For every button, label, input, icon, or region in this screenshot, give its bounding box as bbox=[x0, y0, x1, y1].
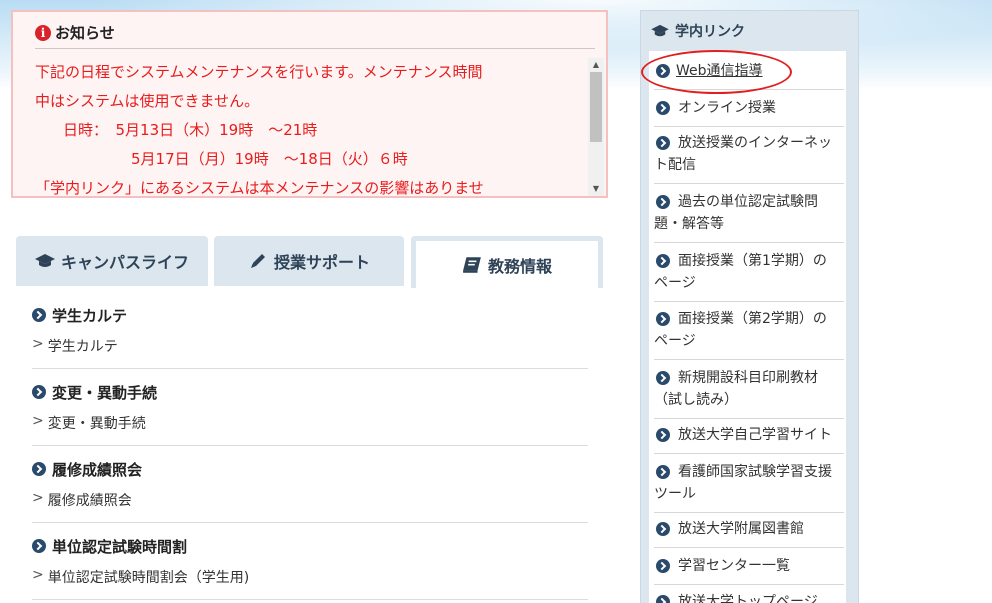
sidebar-link-label[interactable]: 放送大学自己学習サイト bbox=[678, 424, 832, 446]
notice-line: 「学内リンク」にあるシステムは本メンテナンスの影響はありませ bbox=[35, 179, 484, 197]
chevron-right-circle-icon bbox=[32, 539, 46, 553]
link-grades[interactable]: > 履修成績照会 bbox=[32, 490, 588, 510]
sidebar-link-label[interactable]: オンライン授業 bbox=[678, 97, 776, 119]
chevron-right-icon: > bbox=[32, 567, 44, 583]
section-change-procedure: 変更・異動手続 > 変更・異動手続 bbox=[32, 382, 588, 446]
divider bbox=[35, 48, 595, 49]
section-title: 学生カルテ bbox=[32, 305, 588, 325]
section-title: 履修成績照会 bbox=[32, 459, 588, 479]
notice-scrollbar[interactable]: ▲ ▼ bbox=[588, 58, 604, 196]
graduation-cap-icon bbox=[651, 24, 669, 37]
chevron-right-icon: > bbox=[32, 336, 44, 352]
sidebar-link-item[interactable]: 看護師国家試験学習支援 ツール bbox=[654, 461, 844, 513]
sidebar-link-label-cont[interactable]: ト配信 bbox=[654, 154, 696, 176]
notice-line: 日時： 5月13日（木）19時 ～21時 bbox=[63, 121, 318, 139]
graduation-cap-icon bbox=[34, 254, 55, 267]
sidebar-title: 学内リンク bbox=[675, 24, 745, 40]
chevron-right-circle-icon bbox=[32, 462, 46, 476]
sidebar-link-label[interactable]: 放送大学附属図書館 bbox=[678, 518, 804, 540]
sidebar-link-item[interactable]: 放送大学自己学習サイト bbox=[654, 424, 844, 454]
section-title: 単位認定試験時間割 bbox=[32, 536, 588, 556]
sidebar-link-label[interactable]: 新規開設科目印刷教材 bbox=[678, 367, 818, 389]
sidebar-link-item[interactable]: 放送大学附属図書館 bbox=[654, 518, 844, 548]
link-exam-timetable[interactable]: > 単位認定試験時間割会（学生用) bbox=[32, 567, 588, 587]
sidebar-link-label-cont[interactable]: ページ bbox=[654, 330, 696, 352]
chevron-right-circle-icon bbox=[656, 195, 670, 209]
chevron-right-circle-icon bbox=[656, 559, 670, 573]
sidebar-link-item[interactable]: オンライン授業 bbox=[654, 97, 844, 127]
book-icon bbox=[463, 256, 481, 273]
sidebar-link-item[interactable]: 学習センター一覧 bbox=[654, 555, 844, 585]
notice-title: お知らせ bbox=[55, 24, 115, 42]
chevron-right-icon: > bbox=[32, 413, 44, 429]
notice-header: i お知らせ bbox=[35, 22, 115, 43]
chevron-right-circle-icon bbox=[32, 385, 46, 399]
sidebar-link-item[interactable]: 過去の単位認定試験問 題・解答等 bbox=[654, 191, 844, 243]
sidebar-link-label[interactable]: 学習センター一覧 bbox=[678, 555, 790, 577]
notice-body: 下記の日程でシステムメンテナンスを行います。メンテナンス時間 中はシステムは使用… bbox=[35, 58, 583, 197]
chevron-right-circle-icon bbox=[656, 136, 670, 150]
tab-academic-info[interactable]: 教務情報 bbox=[411, 236, 603, 288]
section-title: 変更・異動手続 bbox=[32, 382, 588, 402]
link-change-procedure[interactable]: > 変更・異動手続 bbox=[32, 413, 588, 433]
section-student-record: 学生カルテ > 学生カルテ bbox=[32, 305, 588, 369]
sidebar-link-item[interactable]: 面接授業（第1学期）の ページ bbox=[654, 250, 844, 302]
notice-panel[interactable]: i お知らせ 下記の日程でシステムメンテナンスを行います。メンテナンス時間 中は… bbox=[11, 10, 608, 198]
chevron-right-circle-icon bbox=[656, 101, 670, 115]
chevron-right-circle-icon bbox=[656, 465, 670, 479]
info-icon: i bbox=[35, 24, 51, 41]
tab-campus-life[interactable]: キャンパスライフ bbox=[16, 236, 208, 286]
tab-label: キャンパスライフ bbox=[60, 253, 189, 272]
sidebar-link-label-cont[interactable]: 題・解答等 bbox=[654, 213, 724, 235]
section-grades: 履修成績照会 > 履修成績照会 bbox=[32, 459, 588, 523]
sidebar-link-label[interactable]: 過去の単位認定試験問 bbox=[678, 191, 818, 213]
chevron-right-circle-icon bbox=[656, 312, 670, 326]
section-exam-timetable: 単位認定試験時間割 > 単位認定試験時間割会（学生用) bbox=[32, 536, 588, 600]
sidebar-link-label[interactable]: 面接授業（第2学期）の bbox=[678, 308, 827, 330]
sidebar-link-label[interactable]: 放送大学トップページ bbox=[678, 591, 818, 603]
highlight-oval bbox=[641, 50, 792, 94]
chevron-right-circle-icon bbox=[656, 428, 670, 442]
sidebar-header: 学内リンク bbox=[651, 21, 745, 41]
sidebar-link-label-cont[interactable]: （試し読み） bbox=[654, 389, 738, 411]
chevron-right-circle-icon bbox=[656, 254, 670, 268]
notice-line: 5月17日（月）19時 ～18日（火）６時 bbox=[131, 150, 408, 168]
sidebar-link-label-cont[interactable]: ツール bbox=[654, 483, 696, 505]
scroll-thumb[interactable] bbox=[590, 72, 602, 142]
sidebar-link-label-cont[interactable]: ページ bbox=[654, 272, 696, 294]
sidebar-link-label[interactable]: 面接授業（第1学期）の bbox=[678, 250, 827, 272]
tab-label: 授業サポート bbox=[273, 253, 370, 272]
scroll-up-arrow-icon[interactable]: ▲ bbox=[588, 58, 604, 72]
tab-label: 教務情報 bbox=[487, 256, 552, 276]
chevron-right-circle-icon bbox=[32, 308, 46, 322]
scroll-down-arrow-icon[interactable]: ▼ bbox=[588, 182, 604, 196]
chevron-right-circle-icon bbox=[656, 595, 670, 603]
chevron-right-circle-icon bbox=[656, 371, 670, 385]
sidebar-link-item[interactable]: 新規開設科目印刷教材 （試し読み） bbox=[654, 367, 844, 419]
tab-class-support[interactable]: 授業サポート bbox=[214, 236, 404, 286]
sidebar-link-item[interactable]: 放送大学トップページ bbox=[654, 591, 844, 603]
right-margin-bg bbox=[860, 90, 992, 603]
sidebar-link-label[interactable]: 看護師国家試験学習支援 bbox=[678, 461, 832, 483]
link-student-record[interactable]: > 学生カルテ bbox=[32, 336, 588, 356]
chevron-right-icon: > bbox=[32, 490, 44, 506]
sidebar-link-label[interactable]: 放送授業のインターネッ bbox=[678, 132, 832, 154]
sidebar-link-item[interactable]: 放送授業のインターネッ ト配信 bbox=[654, 132, 844, 184]
sidebar-link-item[interactable]: 面接授業（第2学期）の ページ bbox=[654, 308, 844, 360]
notice-line: 下記の日程でシステムメンテナンスを行います。メンテナンス時間 bbox=[35, 63, 483, 81]
notice-line: 中はシステムは使用できません。 bbox=[35, 92, 260, 110]
pencil-icon bbox=[250, 254, 265, 268]
chevron-right-circle-icon bbox=[656, 522, 670, 536]
